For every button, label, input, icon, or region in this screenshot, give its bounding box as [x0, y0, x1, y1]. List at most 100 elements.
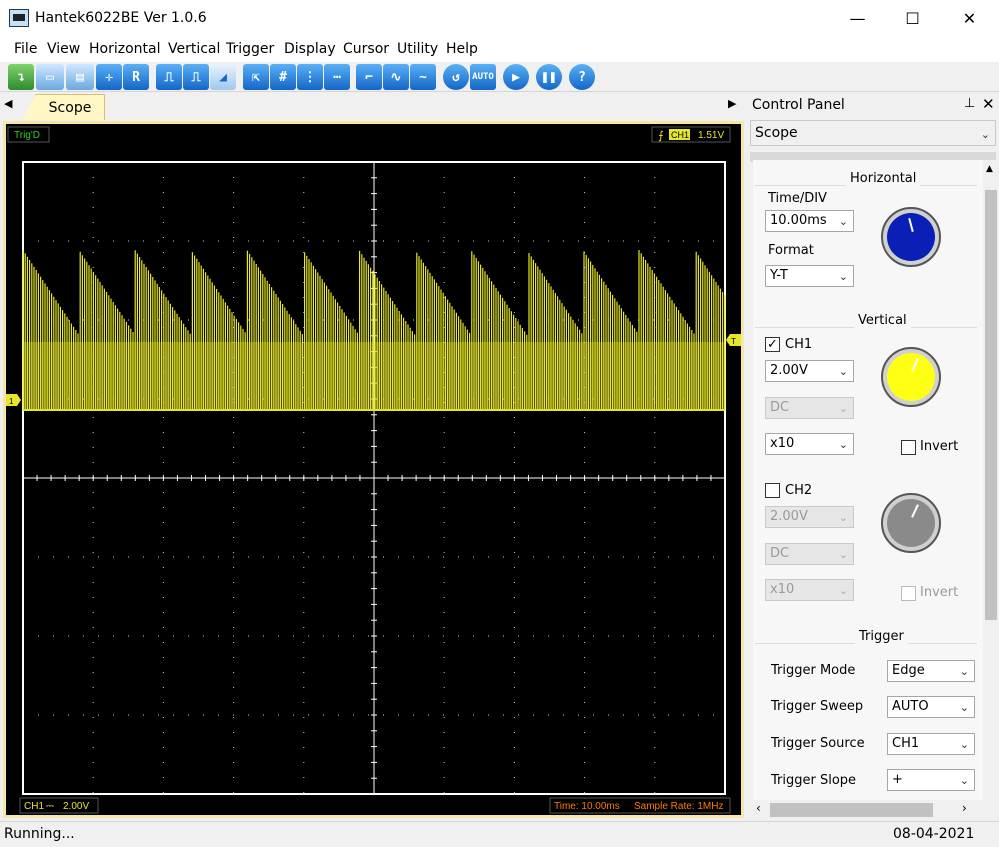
trigger-slope-select[interactable]: + ⌄ — [887, 769, 975, 791]
chevron-down-icon: ⌄ — [838, 270, 848, 283]
chevron-down-icon: ⌄ — [838, 584, 848, 597]
vertical-scrollbar-thumb[interactable] — [985, 190, 997, 620]
ch1-invert-checkbox[interactable] — [901, 440, 916, 455]
ch1-checkbox[interactable]: ✓ — [765, 337, 780, 352]
horizontal-scrollbar-thumb[interactable] — [770, 803, 933, 817]
status-text: Running... — [4, 826, 75, 842]
status-bar — [0, 821, 999, 847]
maximize-button[interactable]: ☐ — [885, 0, 940, 37]
waveform-band — [23, 342, 725, 410]
close-button[interactable]: ✕ — [942, 0, 997, 37]
format-label: Format — [768, 243, 814, 258]
ch2-volts-value: 2.00V — [770, 509, 808, 524]
sample-rate: Sample Rate: 1MHz — [634, 801, 723, 812]
control-panel-close-icon[interactable]: ✕ — [982, 95, 995, 113]
printer-icon[interactable]: ▤ — [66, 64, 94, 90]
sine-icon[interactable]: ∼ — [410, 64, 436, 90]
reference-button[interactable]: R — [123, 64, 149, 90]
menu-utility[interactable]: Utility — [397, 41, 438, 57]
trigger-source-label: Trigger Source — [771, 736, 865, 751]
ch2-probe-select[interactable]: x10 ⌄ — [765, 579, 854, 601]
ch1-info-label: CH1 — [24, 801, 44, 812]
scope-screen[interactable]: Trig'D ⨍ CH1 1.51V 1 T CH1 ⎓ 2.00V Time:… — [6, 124, 741, 815]
time-div-select[interactable]: 10.00ms ⌄ — [765, 210, 854, 232]
scroll-right-icon[interactable]: › — [962, 801, 967, 815]
time-div-value: 10.00ms — [770, 213, 827, 228]
zoom-icon[interactable]: ✛ — [96, 64, 122, 90]
trigger-slope-value: + — [892, 772, 903, 787]
ch2-volts-select[interactable]: 2.00V ⌄ — [765, 506, 854, 528]
scroll-up-icon[interactable]: ▲ — [986, 164, 993, 174]
chevron-down-icon: ⌄ — [838, 548, 848, 561]
chevron-down-icon: ⌄ — [838, 438, 848, 451]
ch2-volts-knob-face — [887, 499, 935, 547]
tab-scroll-right-icon[interactable]: ▶ — [728, 97, 736, 110]
ch1-volts-select[interactable]: 2.00V ⌄ — [765, 360, 854, 382]
chevron-down-icon: ⌄ — [959, 738, 969, 751]
status-date: 08-04-2021 — [893, 826, 975, 842]
menu-vertical[interactable]: Vertical — [168, 41, 220, 57]
hbar-icon[interactable]: ⋯ — [324, 64, 350, 90]
chevron-down-icon: ⌄ — [980, 128, 990, 141]
trigger-sweep-select[interactable]: AUTO ⌄ — [887, 696, 975, 718]
triangle-wave-icon[interactable]: ∿ — [383, 64, 409, 90]
ch1-probe-value: x10 — [770, 436, 795, 451]
ch2-checkbox[interactable] — [765, 483, 780, 498]
format-select[interactable]: Y-T ⌄ — [765, 265, 854, 287]
pause-icon[interactable]: ❚❚ — [536, 64, 562, 90]
chevron-down-icon: ⌄ — [959, 774, 969, 787]
pulse-measure-icon[interactable]: ⎍ — [183, 64, 209, 90]
timebase-info: Time: 10.00ms — [554, 801, 620, 812]
vertical-group-title: Vertical — [854, 313, 911, 328]
chevron-down-icon: ⌄ — [838, 402, 848, 415]
vbar-icon[interactable]: ⋮ — [297, 64, 323, 90]
menu-trigger[interactable]: Trigger — [226, 41, 274, 57]
step-icon[interactable]: ⌐ — [356, 64, 382, 90]
chevron-down-icon: ⌄ — [838, 511, 848, 524]
pin-icon[interactable]: ⊥ — [964, 96, 975, 111]
trig-edge-icon: ⨍ — [658, 129, 664, 142]
chevron-down-icon: ⌄ — [838, 215, 848, 228]
ch1-volts-knob[interactable] — [881, 347, 941, 407]
trigger-source-select[interactable]: CH1 ⌄ — [887, 733, 975, 755]
window-title: Hantek6022BE Ver 1.0.6 — [35, 10, 207, 26]
menu-horizontal[interactable]: Horizontal — [89, 41, 160, 57]
trig-channel: CH1 — [671, 130, 689, 140]
minimize-button[interactable]: — — [830, 0, 885, 37]
cursor-icon[interactable]: ⇱ — [243, 64, 269, 90]
tab-scope[interactable]: Scope — [22, 94, 105, 120]
save-icon[interactable]: ↴ — [8, 64, 34, 90]
ch2-coupling-select[interactable]: DC ⌄ — [765, 543, 854, 565]
pulse-icon[interactable]: ⎍ — [156, 64, 182, 90]
ch1-coupling-select[interactable]: DC ⌄ — [765, 397, 854, 419]
ch1-volts-knob-face — [887, 353, 935, 401]
trigger-slope-label: Trigger Slope — [771, 773, 857, 788]
menu-cursor[interactable]: Cursor — [343, 41, 389, 57]
auto-button[interactable]: AUTO — [470, 64, 496, 90]
ramp-icon[interactable]: ◢ — [210, 64, 236, 90]
menu-display[interactable]: Display — [284, 41, 336, 57]
tab-scroll-left-icon[interactable]: ◀ — [4, 97, 12, 110]
help-icon[interactable]: ? — [569, 64, 595, 90]
ch2-label: CH2 — [785, 483, 813, 498]
menu-help[interactable]: Help — [446, 41, 478, 57]
ch2-volts-knob[interactable] — [881, 493, 941, 553]
scroll-left-icon[interactable]: ‹ — [756, 801, 761, 815]
ch1-coupling-icon: ⎓ — [46, 801, 54, 812]
timebase-knob[interactable] — [881, 207, 941, 267]
chevron-down-icon: ⌄ — [959, 665, 969, 678]
undo-icon[interactable]: ↺ — [443, 64, 469, 90]
trigger-mode-label: Trigger Mode — [771, 663, 856, 678]
print-icon[interactable]: ▭ — [36, 64, 64, 90]
ch1-probe-select[interactable]: x10 ⌄ — [765, 433, 854, 455]
menu-file[interactable]: File — [14, 41, 37, 57]
ch2-invert-checkbox[interactable] — [901, 586, 916, 601]
grid-icon[interactable]: # — [270, 64, 296, 90]
run-icon[interactable]: ▶ — [503, 64, 529, 90]
trigger-mode-select[interactable]: Edge ⌄ — [887, 660, 975, 682]
ch1-volts: 2.00V — [63, 801, 89, 812]
trigger-mode-value: Edge — [892, 663, 925, 678]
menu-view[interactable]: View — [47, 41, 80, 57]
mode-select[interactable]: Scope ⌄ — [750, 120, 996, 146]
format-value: Y-T — [770, 268, 788, 283]
